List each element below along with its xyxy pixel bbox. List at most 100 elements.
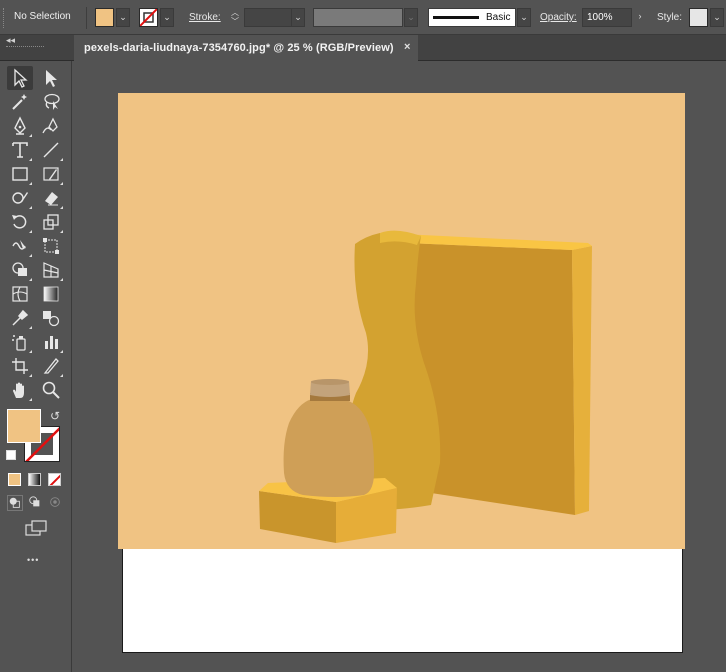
selection-status: No Selection (14, 11, 71, 22)
screen-mode-icon (25, 520, 47, 536)
stroke-dropdown[interactable]: ⌄ (160, 8, 174, 27)
free-transform-tool[interactable] (38, 234, 64, 258)
direct-arrow-icon (46, 70, 57, 87)
color-mode-button[interactable] (8, 473, 21, 486)
scale-tool[interactable] (38, 210, 64, 234)
no-stroke-icon (140, 9, 157, 26)
control-bar: No Selection ⌄ ⌄ Stroke: ︿ ﹀ ⌄ ⌄ Basic ⌄ … (0, 0, 726, 35)
stroke-weight-dropdown[interactable]: ⌄ (291, 8, 305, 27)
none-mode-button[interactable] (48, 473, 61, 486)
fill-swatch[interactable] (95, 8, 114, 27)
hand-tool[interactable] (7, 378, 33, 402)
swap-colors-icon[interactable]: ↺ (50, 409, 60, 423)
column-graph-tool[interactable] (38, 330, 64, 354)
mesh-tool[interactable] (7, 282, 33, 306)
gradient-mode-button[interactable] (28, 473, 41, 486)
slice-tool[interactable] (38, 354, 64, 378)
change-screen-mode-button[interactable] (24, 519, 48, 537)
none-slash-icon (49, 474, 60, 485)
draw-behind-button[interactable] (28, 495, 44, 511)
tools-panel: ↺ ••• (0, 61, 72, 672)
artboard-icon (12, 358, 28, 374)
graphic-style-dropdown[interactable]: ⌄ (710, 8, 724, 27)
stroke-weight-stepper[interactable]: ︿ ﹀ (228, 8, 242, 27)
blend-tool[interactable] (38, 306, 64, 330)
stroke-weight-field[interactable] (244, 8, 292, 27)
fill-dropdown[interactable]: ⌄ (116, 8, 130, 27)
opacity-field[interactable]: 100% (582, 8, 632, 27)
box-side[interactable] (572, 246, 592, 515)
stroke-swatch[interactable] (139, 8, 158, 27)
gradient-icon (43, 286, 59, 302)
small-bottle[interactable] (283, 399, 375, 497)
arrow-icon (14, 68, 28, 88)
line-icon (43, 142, 59, 158)
variable-width-dropdown[interactable]: ⌄ (404, 8, 418, 27)
selection-tool[interactable] (7, 66, 33, 90)
rectangle-tool[interactable] (7, 162, 33, 186)
hand-icon (13, 382, 24, 398)
column-graph-icon (45, 336, 58, 349)
rotate-tool[interactable] (7, 210, 33, 234)
gradient-tool[interactable] (38, 282, 64, 306)
divider (86, 7, 87, 29)
graphic-style-swatch[interactable] (689, 8, 708, 27)
magnifier-icon (42, 381, 60, 399)
paintbrush-tool[interactable] (38, 162, 64, 186)
collapse-panels-icon[interactable]: ◂◂ (6, 35, 15, 46)
fill-color-box[interactable] (7, 409, 41, 443)
draw-normal-icon (9, 497, 20, 508)
magic-wand-tool[interactable] (7, 90, 33, 114)
default-colors-icon[interactable] (6, 450, 16, 460)
eyedropper-tool[interactable] (7, 306, 33, 330)
free-transform-icon (43, 238, 59, 254)
type-tool[interactable] (7, 138, 33, 162)
draw-inside-icon (50, 497, 60, 507)
brush-stroke-preview (433, 16, 479, 19)
cork-top[interactable] (311, 379, 349, 385)
document-tab-bar: ◂◂ pexels-daria-liudnaya-7354760.jpg* @ … (0, 35, 726, 61)
zoom-tool[interactable] (38, 378, 64, 402)
lasso-tool[interactable] (38, 90, 64, 114)
lasso-icon (44, 93, 60, 110)
shaper-icon (12, 192, 28, 204)
control-bar-grip[interactable] (3, 8, 7, 28)
brush-definition[interactable]: Basic (428, 8, 516, 27)
brush-dropdown[interactable]: ⌄ (517, 8, 531, 27)
eraser-tool[interactable] (38, 186, 64, 210)
close-tab-button[interactable]: × (404, 41, 410, 53)
rotate-icon (12, 215, 27, 229)
artwork[interactable] (118, 93, 685, 549)
stroke-label[interactable]: Stroke: (189, 12, 221, 23)
edit-toolbar-button[interactable]: ••• (27, 555, 39, 565)
pen-tool[interactable] (7, 114, 33, 138)
blend-icon (43, 311, 60, 327)
opacity-label[interactable]: Opacity: (540, 12, 577, 23)
variable-width-profile[interactable] (313, 8, 403, 27)
eraser-icon (45, 192, 58, 206)
curvature-tool[interactable] (38, 114, 64, 138)
symbol-sprayer-tool[interactable] (7, 330, 33, 354)
document-tab[interactable]: pexels-daria-liudnaya-7354760.jpg* @ 25 … (74, 35, 418, 61)
pen-icon (14, 116, 26, 135)
perspective-grid-icon (43, 262, 59, 278)
knife-icon (43, 358, 59, 374)
draw-inside-button[interactable] (48, 495, 64, 511)
direct-selection-tool[interactable] (38, 66, 64, 90)
shape-builder-tool[interactable] (7, 258, 33, 282)
draw-normal-button[interactable] (7, 495, 23, 511)
eyedropper-icon (12, 309, 29, 326)
line-segment-tool[interactable] (38, 138, 64, 162)
magic-wand-icon (12, 94, 27, 110)
draw-behind-icon (29, 496, 40, 507)
shaper-tool[interactable] (7, 186, 33, 210)
warp-tool[interactable] (7, 234, 33, 258)
curvature-pen-icon (42, 117, 58, 134)
mesh-icon (12, 286, 28, 302)
perspective-grid-tool[interactable] (38, 258, 64, 282)
opacity-expand-icon[interactable]: › (633, 8, 647, 27)
artboard-tool[interactable] (7, 354, 33, 378)
rectangle-icon (12, 167, 28, 181)
toolbar-grip[interactable] (6, 46, 44, 49)
brush-name: Basic (486, 12, 511, 23)
